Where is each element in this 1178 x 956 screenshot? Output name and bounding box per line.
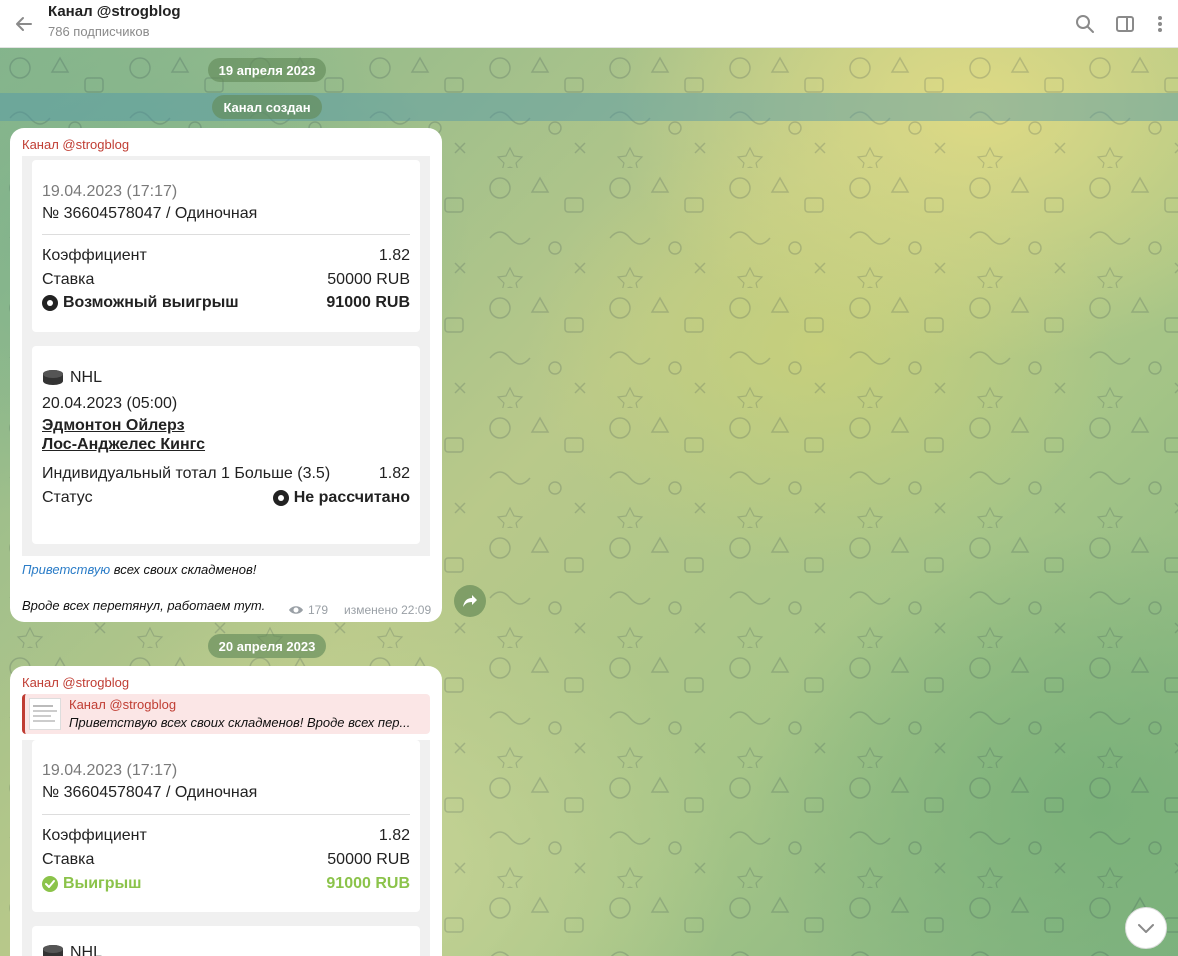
- share-arrow-icon: [463, 595, 477, 607]
- coef-row: Коэффициент 1.82: [42, 247, 410, 264]
- reply-sender: Канал @strogblog: [69, 697, 177, 712]
- reply-preview[interactable]: Канал @strogblog Приветствую всех своих …: [22, 694, 430, 734]
- subscriber-count: 786 подписчиков: [48, 24, 150, 39]
- message-sender[interactable]: Канал @strogblog: [22, 675, 129, 690]
- hockey-puck-icon: [43, 945, 63, 956]
- chat-header: Канал @strogblog 786 подписчиков: [0, 0, 1178, 48]
- status-row: Статус Не рассчитано: [42, 489, 410, 506]
- reply-text: Приветствую всех своих складменов! Вроде…: [69, 715, 411, 730]
- event-datetime: 20.04.2023 (05:00): [42, 395, 178, 412]
- league-row: NHL: [42, 944, 410, 956]
- scroll-down-button[interactable]: [1125, 907, 1167, 949]
- team-1: Эдмонтон Ойлерз: [42, 417, 185, 434]
- eye-icon: [289, 606, 303, 614]
- caption-link[interactable]: Приветствую: [22, 562, 110, 577]
- bet-number: № 36604578047 / Одиночная: [42, 784, 258, 801]
- divider: [42, 234, 410, 235]
- market-row: Индивидуальный тотал 1 Больше (3.5) 1.82: [42, 465, 410, 482]
- views-count: 179: [308, 603, 329, 617]
- message-caption: Приветствую всех своих складменов!: [22, 562, 257, 577]
- win-row: Выигрыш 91000 RUB: [42, 875, 410, 893]
- message-sender[interactable]: Канал @strogblog: [22, 137, 129, 152]
- reply-thumbnail: [29, 698, 61, 730]
- edited-time: изменено 22:09: [344, 603, 432, 617]
- chat-background: 19 апреля 2023 Канал создан Канал @strog…: [0, 48, 1178, 956]
- date-separator: 19 апреля 2023: [208, 58, 326, 82]
- possible-win-row: Возможный выигрыш 91000 RUB: [42, 294, 410, 312]
- more-vertical-icon[interactable]: [1146, 10, 1174, 38]
- stake-row: Ставка 50000 RUB: [42, 271, 410, 288]
- message-meta: 179 изменено 22:09: [288, 603, 431, 617]
- message-caption-line2: Вроде всех перетянул, работаем тут.: [22, 598, 266, 613]
- check-circle-icon: [42, 876, 58, 892]
- chevron-down-icon: [1138, 924, 1154, 933]
- message-bubble[interactable]: Канал @strogblog 19.04.2023 (17:17) № 36…: [10, 128, 442, 622]
- coef-row: Коэффициент 1.82: [42, 827, 410, 844]
- radio-pending-icon: [42, 295, 58, 311]
- message-bubble[interactable]: Канал @strogblog Канал @strogblog Привет…: [10, 666, 442, 956]
- radio-pending-icon: [272, 490, 289, 506]
- stake-row: Ставка 50000 RUB: [42, 851, 410, 868]
- team-2: Лос-Анджелес Кингс: [42, 436, 206, 453]
- service-band: [0, 93, 1178, 121]
- sidebar-toggle-icon[interactable]: [1111, 10, 1139, 38]
- bet-number: № 36604578047 / Одиночная: [42, 205, 258, 222]
- share-button[interactable]: [454, 585, 486, 617]
- bet-datetime: 19.04.2023 (17:17): [42, 762, 178, 779]
- date-separator: 20 апреля 2023: [208, 634, 326, 658]
- service-message: Канал создан: [212, 95, 322, 119]
- channel-title[interactable]: Канал @strogblog: [48, 3, 181, 20]
- league-row: NHL: [42, 369, 410, 387]
- back-arrow-icon[interactable]: [10, 10, 38, 38]
- hockey-puck-icon: [43, 370, 63, 385]
- search-icon[interactable]: [1071, 10, 1099, 38]
- divider: [42, 814, 410, 815]
- bet-datetime: 19.04.2023 (17:17): [42, 183, 178, 200]
